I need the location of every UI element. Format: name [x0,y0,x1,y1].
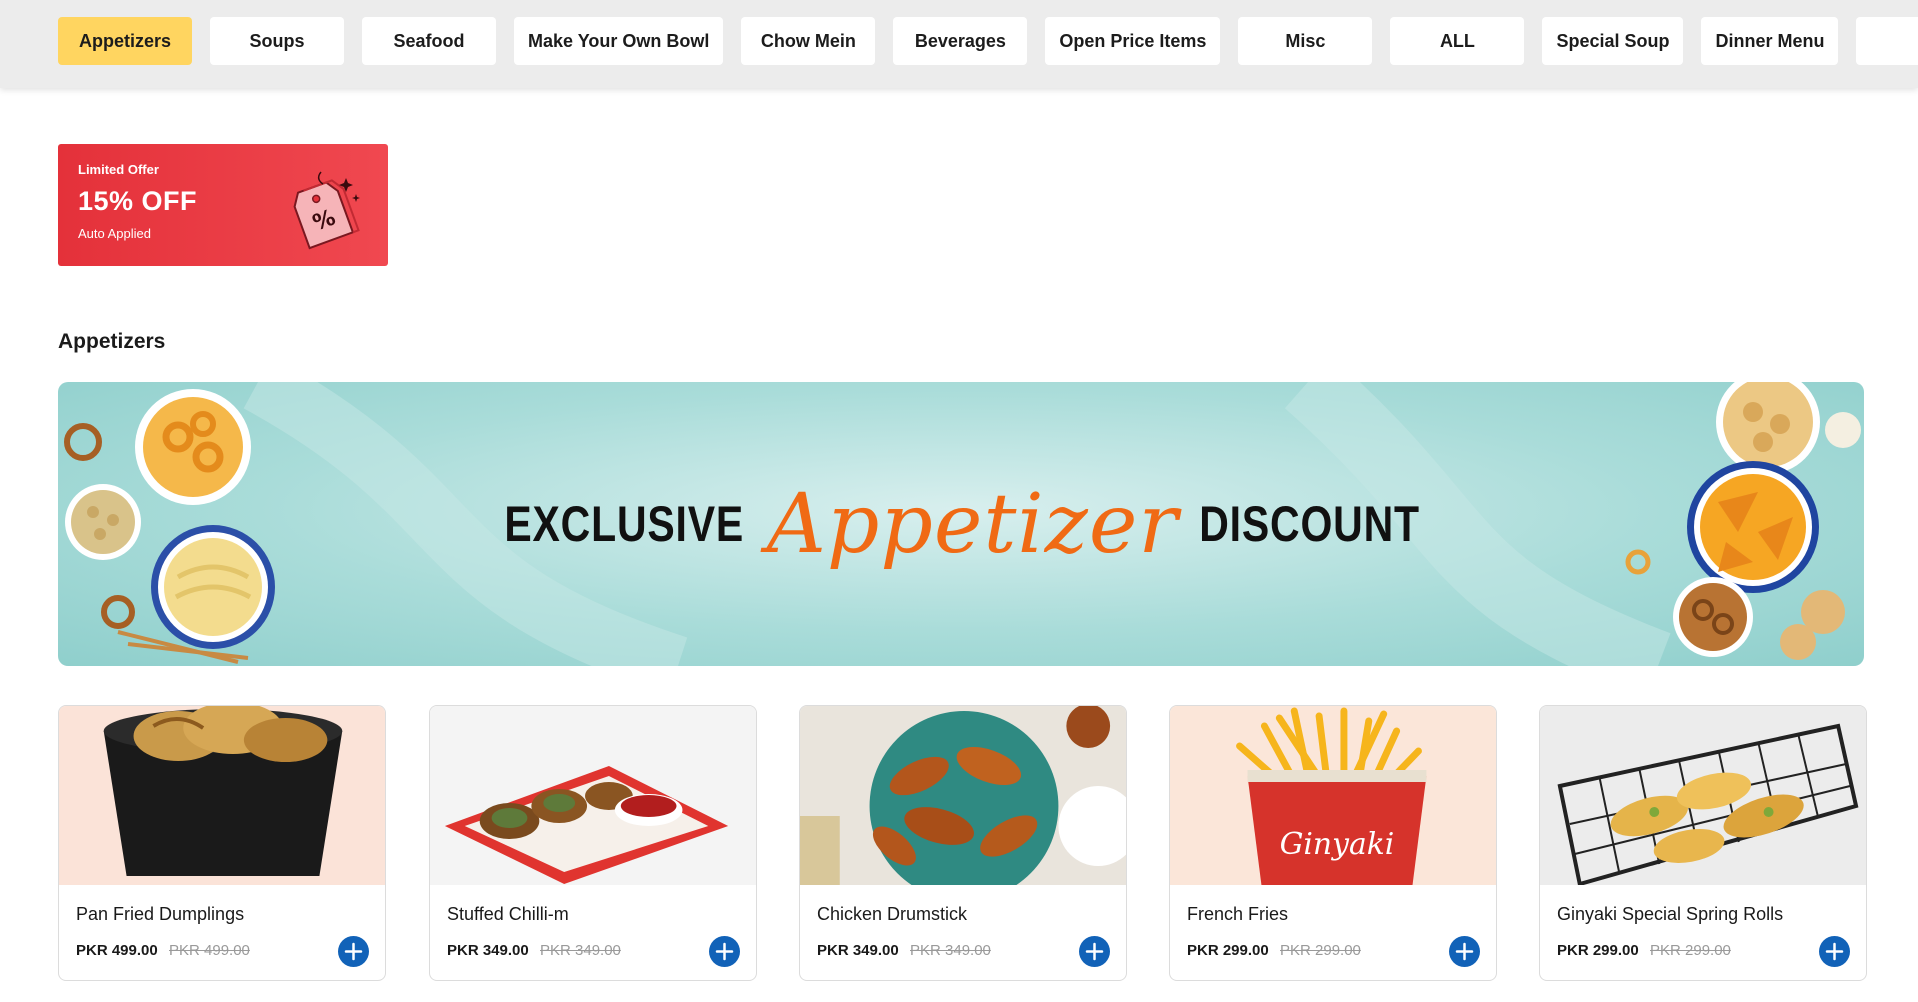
plus-circle-icon [715,942,734,961]
add-to-cart-button[interactable] [1819,936,1850,967]
product-old-price: PKR 299.00 [1650,942,1731,959]
banner-word-left: EXCLUSIVE [504,496,745,552]
product-price: PKR 299.00 [1187,942,1269,959]
product-name: Chicken Drumstick [817,904,968,924]
category-beverages[interactable]: Beverages [893,17,1028,65]
promo-banner[interactable]: EXCLUSIVE Appetizer DISCOUNT [58,382,1864,666]
product-old-price: PKR 349.00 [540,942,621,959]
product-price: PKR 499.00 [76,942,158,959]
product-price: PKR 349.00 [817,942,899,959]
product-name: Ginyaki Special Spring Rolls [1557,904,1784,924]
banner-script-word: Appetizer [766,476,1179,572]
product-name: Pan Fried Dumplings [76,904,245,924]
product-card[interactable]: Chicken Drumstick PKR 349.00 PKR 349.00 [799,705,1127,981]
product-price: PKR 349.00 [447,942,529,959]
banner-word-right: DISCOUNT [1198,496,1420,552]
category-tabs: Appetizers Soups Seafood Make Your Own B… [58,17,1918,65]
category-appetizers[interactable]: Appetizers [58,17,192,65]
offer-card[interactable]: Limited Offer 15% OFF Auto Applied % [58,144,388,266]
category-special-soup[interactable]: Special Soup [1542,17,1684,65]
category-overflow[interactable] [1856,17,1918,65]
offer-headline: 15% OFF [78,186,198,216]
product-card[interactable]: Pan Fried Dumplings PKR 499.00 PKR 499.0… [58,705,386,981]
offer-label: Limited Offer [78,162,159,177]
discount-tag-icon: % [293,171,360,250]
add-to-cart-button[interactable] [338,936,369,967]
category-soups[interactable]: Soups [210,17,344,65]
category-misc[interactable]: Misc [1238,17,1373,65]
product-old-price: PKR 349.00 [910,942,991,959]
product-card[interactable]: Stuffed Chilli-m PKR 349.00 PKR 349.00 [429,705,757,981]
section-title: Appetizers [58,330,166,353]
category-chow-mein[interactable]: Chow Mein [741,17,876,65]
plus-circle-icon [1825,942,1844,961]
product-image [430,706,756,885]
banner-headline: EXCLUSIVE Appetizer DISCOUNT [58,382,1864,666]
category-all[interactable]: ALL [1390,17,1525,65]
product-image [59,706,385,885]
product-image [1540,706,1866,885]
svg-text:Ginyaki: Ginyaki [1280,827,1395,862]
category-seafood[interactable]: Seafood [362,17,496,65]
product-image [800,706,1126,885]
plus-circle-icon [1455,942,1474,961]
product-card[interactable]: Ginyaki French Fries PKR 299.00 PKR 299.… [1169,705,1497,981]
category-bar: Appetizers Soups Seafood Make Your Own B… [0,0,1918,88]
add-to-cart-button[interactable] [1449,936,1480,967]
category-make-your-own-bowl[interactable]: Make Your Own Bowl [514,17,724,65]
product-name: French Fries [1187,904,1289,924]
product-name: Stuffed Chilli-m [447,904,569,924]
product-image: Ginyaki [1170,706,1496,885]
plus-circle-icon [344,942,363,961]
product-old-price: PKR 299.00 [1280,942,1361,959]
category-dinner-menu[interactable]: Dinner Menu [1701,17,1839,65]
category-open-price-items[interactable]: Open Price Items [1045,17,1221,65]
product-price: PKR 299.00 [1557,942,1639,959]
plus-circle-icon [1085,942,1104,961]
offer-subtext: Auto Applied [78,226,152,241]
add-to-cart-button[interactable] [709,936,740,967]
add-to-cart-button[interactable] [1079,936,1110,967]
product-card[interactable]: Ginyaki Special Spring Rolls PKR 299.00 … [1539,705,1867,981]
product-old-price: PKR 499.00 [169,942,250,959]
